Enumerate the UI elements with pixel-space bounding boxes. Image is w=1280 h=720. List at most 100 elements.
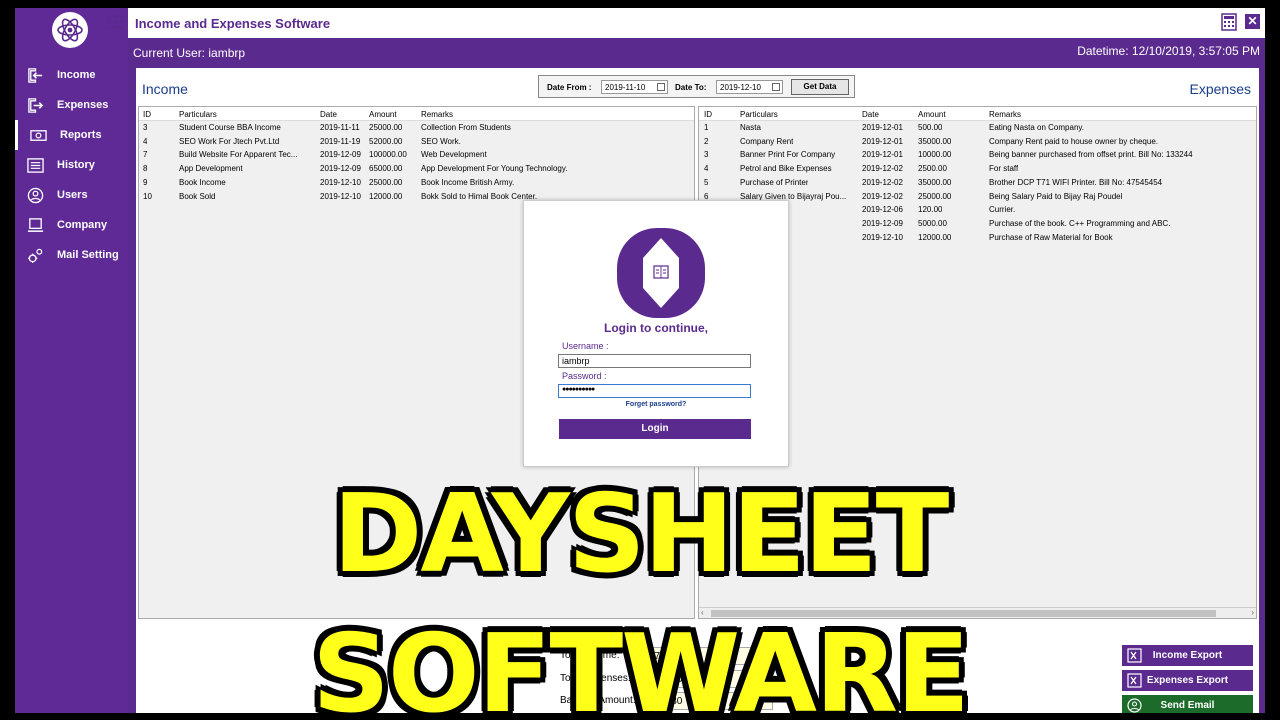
column-header[interactable]: Remarks <box>989 110 1021 119</box>
user-circle-icon <box>26 186 44 204</box>
date-to-value: 2019-12-10 <box>720 83 761 92</box>
table-cell: Book Income British Army. <box>421 177 515 187</box>
column-header[interactable]: ID <box>704 110 712 119</box>
table-cell: Build Website For Apparent Tec... <box>179 150 298 160</box>
table-cell: Being banner purchased from offset print… <box>989 150 1193 160</box>
current-user-label: Current User: iambrp <box>133 46 246 60</box>
sidebar-item-income[interactable]: Income <box>15 60 128 90</box>
table-row[interactable]: 3 Banner Print For Company 2019-12-01 10000… <box>699 148 1256 162</box>
user-circle-icon <box>1127 698 1142 713</box>
expenses-section-title: Expenses <box>1189 81 1251 97</box>
table-row[interactable]: 2 Company Rent 2019-12-01 35000.00 Company R… <box>699 135 1256 149</box>
table-cell: Student Course BBA Income <box>179 123 281 132</box>
sidebar-item-company[interactable]: Company <box>15 210 128 240</box>
sidebar-item-history[interactable]: History <box>15 150 128 180</box>
title-bar: Income and Expenses Software ✕ <box>108 8 1265 38</box>
date-to-input[interactable]: 2019-12-10 <box>716 80 783 94</box>
table-cell: 1 <box>704 123 709 132</box>
table-header: ID Particulars Date Amount Remarks <box>699 107 1256 121</box>
date-to-label: Date To: <box>675 83 707 92</box>
table-cell: Book Sold <box>179 191 216 201</box>
table-cell: 5 <box>704 177 709 187</box>
column-header[interactable]: Particulars <box>740 110 778 119</box>
send-email-button[interactable]: Send Email <box>1122 695 1253 713</box>
table-cell: Eating Nasta on Company. <box>989 123 1085 132</box>
income-export-button[interactable]: Income Export <box>1122 645 1253 666</box>
table-cell: Company Rent <box>740 136 794 146</box>
sidebar-item-mail-setting[interactable]: Mail Setting <box>15 240 128 270</box>
calculator-icon[interactable] <box>1221 13 1237 31</box>
table-cell: 2019-12-09 <box>320 150 361 160</box>
table-cell: 2019-12-01 <box>862 123 903 132</box>
password-input[interactable]: ●●●●●●●●●● <box>558 384 751 398</box>
column-header[interactable]: Date <box>320 110 337 119</box>
table-row[interactable]: 4 Petrol and Bike Expenses 2019-12-02 2500.… <box>699 162 1256 176</box>
table-cell: Company Rent paid to house owner by cheq… <box>989 136 1158 146</box>
table-cell: 2019-11-19 <box>320 136 361 146</box>
calendar-icon[interactable] <box>772 83 780 91</box>
table-cell: 3 <box>704 150 709 160</box>
calendar-icon[interactable] <box>657 83 665 91</box>
sidebar-item-label: History <box>57 159 95 171</box>
app-title: Income and Expenses Software <box>135 16 331 31</box>
money-icon <box>29 126 47 144</box>
table-cell: SEO Work. <box>421 136 461 146</box>
table-cell: Being Salary Paid to Bijay Raj Poudel <box>989 191 1123 201</box>
excel-icon <box>1127 648 1142 663</box>
column-header[interactable]: Amount <box>369 110 397 119</box>
sidebar-item-users[interactable]: Users <box>15 180 128 210</box>
table-cell: Currier. <box>989 205 1016 215</box>
table-row[interactable]: 8 App Development 2019-12-09 65000.00 App De… <box>139 162 694 176</box>
sign-in-icon <box>26 66 44 84</box>
table-row[interactable]: 3 Student Course BBA Income 2019-11-11 2500… <box>139 121 694 135</box>
table-cell: 10000.00 <box>918 150 952 160</box>
column-header[interactable]: Remarks <box>421 110 453 119</box>
date-from-input[interactable]: 2019-11-10 <box>601 80 668 94</box>
sidebar-item-reports[interactable]: Reports <box>15 120 128 150</box>
column-header[interactable]: ID <box>143 110 151 119</box>
column-header[interactable]: Date <box>862 110 879 119</box>
sign-out-icon <box>26 96 44 114</box>
column-header[interactable]: Amount <box>918 110 946 119</box>
table-cell: Purchase of Printer <box>740 177 809 187</box>
table-cell: 7 <box>143 150 148 160</box>
table-cell: 2019-12-09 <box>862 218 903 228</box>
table-cell: Banner Print For Company <box>740 150 836 160</box>
get-data-button[interactable]: Get Data <box>791 79 849 95</box>
table-cell: Web Development <box>421 150 487 160</box>
gears-icon <box>26 246 44 264</box>
username-input[interactable]: iambrp <box>558 354 751 368</box>
table-cell: 2019-12-02 <box>862 177 903 187</box>
table-cell: 2019-12-09 <box>320 164 361 174</box>
datetime-label: Datetime: 12/10/2019, 3:57:05 PM <box>1077 44 1260 58</box>
menu-list-icon[interactable] <box>107 13 125 31</box>
table-cell: 2500.00 <box>918 164 947 174</box>
table-row[interactable]: 5 Purchase of Printer 2019-12-02 35000.00 Br… <box>699 176 1256 190</box>
table-cell: 2019-12-10 <box>320 191 361 201</box>
table-cell: 2019-12-10 <box>320 177 361 187</box>
table-cell: 2019-12-02 <box>862 191 903 201</box>
table-row[interactable]: 7 Build Website For Apparent Tec... 2019-1… <box>139 148 694 162</box>
expenses-export-button[interactable]: Expenses Export <box>1122 670 1253 691</box>
table-cell: 52000.00 <box>369 136 403 146</box>
table-cell: Book Income <box>179 177 226 187</box>
table-cell: 35000.00 <box>918 177 952 187</box>
sidebar-item-label: Users <box>57 189 88 201</box>
close-icon[interactable]: ✕ <box>1245 14 1260 29</box>
column-header[interactable]: Particulars <box>179 110 217 119</box>
sidebar-item-label: Expenses <box>57 99 109 111</box>
table-row[interactable]: 9 Book Income 2019-12-10 25000.00 Book Incom… <box>139 176 694 190</box>
table-cell: Brother DCP T71 WIFI Printer. Bill No: 4… <box>989 177 1163 187</box>
sidebar-item-expenses[interactable]: Expenses <box>15 90 128 120</box>
table-cell: 2019-12-06 <box>862 205 903 215</box>
scroll-right-icon[interactable]: › <box>1251 608 1254 617</box>
table-cell: Collection From Students <box>421 123 511 132</box>
table-cell: Nasta <box>740 123 761 132</box>
table-row[interactable]: 1 Nasta 2019-12-01 500.00 Eating Nasta on Co… <box>699 121 1256 135</box>
table-row[interactable]: 4 SEO Work For Jtech Pvt.Ltd 2019-11-19 520… <box>139 135 694 149</box>
table-cell: Purchase of the book. C++ Programming an… <box>989 218 1171 228</box>
table-cell: 2 <box>704 136 709 146</box>
forgot-password-link[interactable]: Forget password? <box>524 401 788 408</box>
login-button[interactable]: Login <box>559 419 751 439</box>
table-cell: 10 <box>143 191 152 201</box>
